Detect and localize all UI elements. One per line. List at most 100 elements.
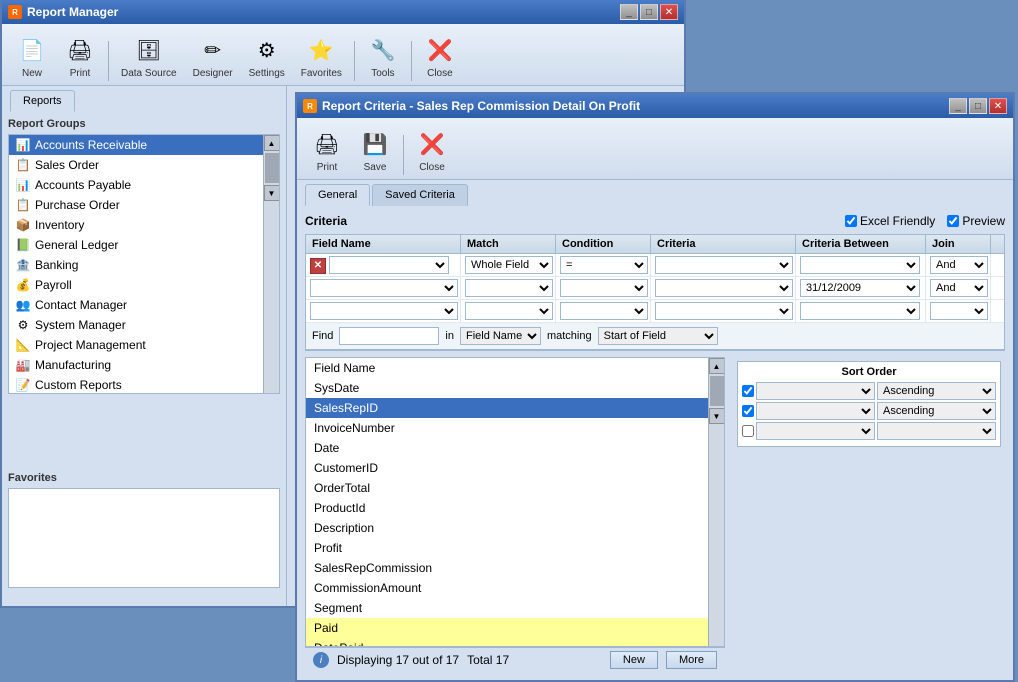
ap-label: Accounts Payable [35,178,131,192]
field-list-scrollbar[interactable]: ▲ ▼ [708,358,724,646]
sort-dir-3[interactable]: Ascending Descending [877,422,996,440]
row2-field-select[interactable] [310,279,458,297]
sort-check-2[interactable] [742,405,754,417]
list-item-bank[interactable]: 🏦 Banking [9,255,279,275]
dialog-maximize-button[interactable]: □ [969,98,987,114]
list-item-pm[interactable]: 📐 Project Management [9,335,279,355]
toolbar-close-button[interactable]: ❌ Close [418,32,462,81]
in-select[interactable]: Field Name [460,327,541,345]
list-item-cr[interactable]: 📝 Custom Reports [9,375,279,394]
find-input[interactable] [339,327,439,345]
row3-field [306,300,461,322]
toolbar-separator-3 [411,41,412,81]
field-item-paid[interactable]: Paid [306,618,724,638]
row1-join-select[interactable]: And [930,256,988,274]
row1-match-select[interactable]: Whole Field [465,256,553,274]
sort-field-2[interactable] [756,402,875,420]
list-item-cm[interactable]: 👥 Contact Manager [9,295,279,315]
row1-criteria-select[interactable] [655,256,793,274]
dialog-print-button[interactable]: 🖨 Print [305,126,349,175]
sort-dir-1[interactable]: Ascending Descending [877,382,996,400]
toolbar-new-button[interactable]: 📄 New [10,32,54,81]
field-item-datepaid[interactable]: DatePaid [306,638,724,647]
field-item-salesrepcommission[interactable]: SalesRepCommission [306,558,724,578]
close-main-button[interactable]: ✕ [660,4,678,20]
toolbar-favorites-button[interactable]: ⭐ Favorites [295,32,348,81]
row2-condition-select[interactable] [560,279,648,297]
row3-between [796,300,926,322]
toolbar-designer-button[interactable]: ✏ Designer [187,32,239,81]
field-scroll-thumb[interactable] [710,376,724,406]
toolbar-datasource-button[interactable]: 🗄 Data Source [115,32,183,81]
scroll-down-arrow[interactable]: ▼ [264,185,280,201]
field-item-fieldname[interactable]: Field Name [306,358,724,378]
reports-tab[interactable]: Reports [10,90,75,112]
scroll-up-arrow[interactable]: ▲ [264,135,280,151]
scroll-thumb[interactable] [265,153,279,183]
toolbar-settings-button[interactable]: ⚙ Settings [243,32,291,81]
more-button[interactable]: More [666,651,717,669]
row3-match-select[interactable] [465,302,553,320]
sm-label: System Manager [35,318,126,332]
maximize-button[interactable]: □ [640,4,658,20]
sort-check-1[interactable] [742,385,754,397]
cr-icon: 📝 [15,377,31,393]
field-item-customerid[interactable]: CustomerID [306,458,724,478]
tab-saved-criteria[interactable]: Saved Criteria [372,184,468,206]
dialog-save-button[interactable]: 💾 Save [353,126,397,175]
toolbar-print-button[interactable]: 🖨 Print [58,32,102,81]
field-item-sysdate[interactable]: SysDate [306,378,724,398]
row2-between-select[interactable]: 31/12/2009 [800,279,920,297]
dialog-closeaction-button[interactable]: ❌ Close [410,126,454,175]
field-item-invoicenumber[interactable]: InvoiceNumber [306,418,724,438]
list-item-ar[interactable]: 📊 Accounts Receivable [9,135,279,155]
tab-general[interactable]: General [305,184,370,206]
list-item-gl[interactable]: 📗 General Ledger [9,235,279,255]
row2-join-select[interactable]: And [930,279,988,297]
report-list-scrollbar[interactable]: ▲ ▼ [263,135,279,393]
field-item-ordertotal[interactable]: OrderTotal [306,478,724,498]
list-item-sm[interactable]: ⚙ System Manager [9,315,279,335]
field-item-segment[interactable]: Segment [306,598,724,618]
row3-criteria-select[interactable] [655,302,793,320]
sort-field-3[interactable] [756,422,875,440]
row1-between-select[interactable] [800,256,920,274]
row2-criteria-select[interactable] [655,279,793,297]
row3-join-select[interactable] [930,302,988,320]
dialog-minimize-button[interactable]: _ [949,98,967,114]
excel-friendly-checkbox[interactable] [845,215,857,227]
new-record-button[interactable]: New [610,651,658,669]
list-item-mfg[interactable]: 🏭 Manufacturing [9,355,279,375]
row1-condition-select[interactable]: = [560,256,648,274]
field-item-profit[interactable]: Profit [306,538,724,558]
list-item-ap[interactable]: 📊 Accounts Payable [9,175,279,195]
field-item-description[interactable]: Description [306,518,724,538]
row1-remove-button[interactable]: ✕ [310,258,326,274]
row2-match-select[interactable] [465,279,553,297]
field-item-salesrepid[interactable]: SalesRepID [306,398,724,418]
row3-between-select[interactable] [800,302,920,320]
field-item-date[interactable]: Date [306,438,724,458]
toolbar-tools-button[interactable]: 🔧 Tools [361,32,405,81]
sort-check-3[interactable] [742,425,754,437]
row3-condition-select[interactable] [560,302,648,320]
pm-icon: 📐 [15,337,31,353]
list-item-po[interactable]: 📋 Purchase Order [9,195,279,215]
sort-dir-2[interactable]: Ascending Descending [877,402,996,420]
mfg-label: Manufacturing [35,358,111,372]
field-item-productid[interactable]: ProductId [306,498,724,518]
minimize-button[interactable]: _ [620,4,638,20]
field-item-commissionamount[interactable]: CommissionAmount [306,578,724,598]
list-item-pay[interactable]: 💰 Payroll [9,275,279,295]
field-scroll-up[interactable]: ▲ [709,358,725,374]
preview-checkbox[interactable] [947,215,959,227]
field-scroll-down[interactable]: ▼ [709,408,725,424]
row1-field-select[interactable] [329,256,449,274]
sort-field-1[interactable] [756,382,875,400]
list-item-so[interactable]: 📋 Sales Order [9,155,279,175]
row3-field-select[interactable] [310,302,458,320]
ap-icon: 📊 [15,177,31,193]
dialog-close-button[interactable]: ✕ [989,98,1007,114]
list-item-inv[interactable]: 📦 Inventory [9,215,279,235]
matching-select[interactable]: Start of Field [598,327,718,345]
